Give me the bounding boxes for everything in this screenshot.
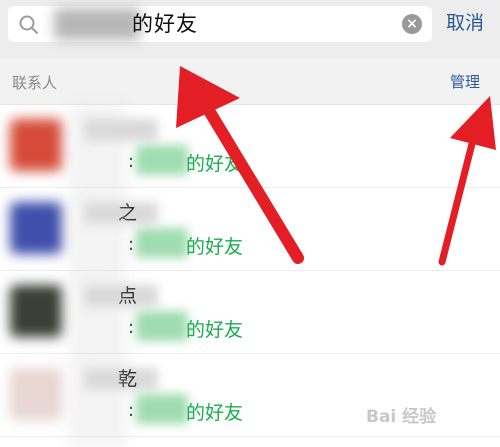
arrow-to-search-icon <box>176 66 304 264</box>
annotation-arrows <box>176 66 496 266</box>
watermark: Bai 经验 <box>366 407 437 427</box>
arrow-to-manage-icon <box>438 96 496 266</box>
